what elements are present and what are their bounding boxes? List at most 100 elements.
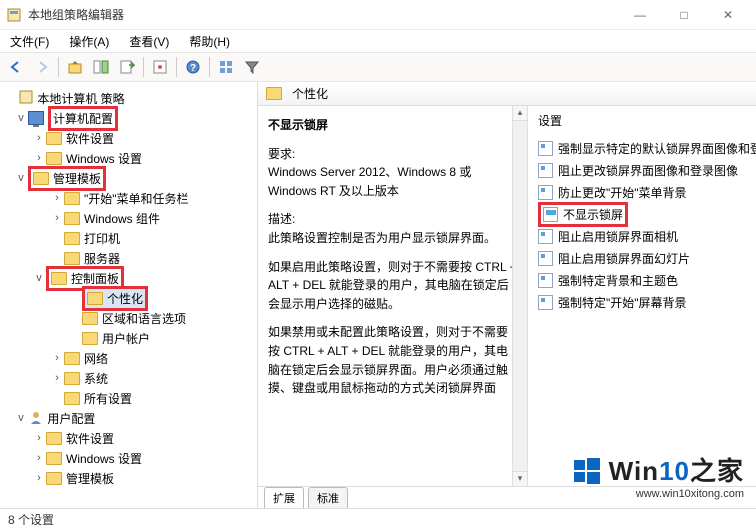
setting-item[interactable]: 阻止启用锁屏界面相机: [538, 225, 750, 247]
tree-label: Windows 组件: [84, 210, 160, 227]
filter-button[interactable]: [240, 55, 264, 79]
tree-label: 个性化: [107, 290, 143, 307]
setting-label: 阻止启用锁屏界面幻灯片: [558, 250, 690, 267]
desc-text: 此策略设置控制是否为用户显示锁屏界面。: [268, 231, 496, 245]
policy-icon: [543, 207, 558, 222]
detail-description: 不显示锁屏 要求:Windows Server 2012、Windows 8 或…: [258, 106, 528, 486]
scroll-up-button[interactable]: ▴: [513, 106, 527, 121]
scrollbar[interactable]: ▴▾: [512, 106, 527, 486]
policy-icon: [538, 251, 553, 266]
setting-label: 防止更改"开始"菜单背景: [558, 184, 687, 201]
settings-column-header[interactable]: 设置: [538, 112, 750, 129]
tree-u-win[interactable]: ›Windows 设置: [4, 448, 253, 468]
tree-admin-templates[interactable]: v管理模板: [4, 168, 253, 188]
tree-label: 管理模板: [66, 470, 114, 487]
scroll-down-button[interactable]: ▾: [513, 471, 527, 486]
tree-network[interactable]: ›网络: [4, 348, 253, 368]
policy-icon: [538, 295, 553, 310]
tree-all-settings[interactable]: ›所有设置: [4, 388, 253, 408]
setting-item[interactable]: 防止更改"开始"菜单背景: [538, 181, 750, 203]
tab-extended[interactable]: 扩展: [264, 487, 304, 508]
back-button[interactable]: [4, 55, 28, 79]
toolbar: ?: [0, 52, 756, 82]
folder-icon: [82, 332, 98, 345]
setting-item[interactable]: 阻止启用锁屏界面幻灯片: [538, 247, 750, 269]
close-button[interactable]: ✕: [706, 1, 750, 29]
export-button[interactable]: [115, 55, 139, 79]
folder-icon: [64, 212, 80, 225]
folder-icon: [64, 252, 80, 265]
window-title: 本地组策略编辑器: [28, 6, 618, 23]
maximize-button[interactable]: □: [662, 1, 706, 29]
status-text: 8 个设置: [8, 511, 54, 528]
setting-label: 强制特定背景和主题色: [558, 272, 678, 289]
folder-icon: [46, 132, 62, 145]
tab-standard[interactable]: 标准: [308, 487, 348, 508]
tree-system[interactable]: ›系统: [4, 368, 253, 388]
menu-file[interactable]: 文件(F): [4, 31, 55, 52]
status-bar: 8 个设置: [0, 508, 756, 530]
tree-label: 软件设置: [66, 430, 114, 447]
menu-view[interactable]: 查看(V): [123, 31, 175, 52]
show-hide-tree-button[interactable]: [89, 55, 113, 79]
tree-printers[interactable]: ›打印机: [4, 228, 253, 248]
tree-start-taskbar[interactable]: ›"开始"菜单和任务栏: [4, 188, 253, 208]
setting-item[interactable]: 强制特定背景和主题色: [538, 269, 750, 291]
help-button[interactable]: ?: [181, 55, 205, 79]
tree-label: 系统: [84, 370, 108, 387]
tree-pane: ▸ 本地计算机 策略 v计算机配置 ›软件设置 ›Windows 设置 v管理模…: [0, 82, 258, 508]
folder-icon: [266, 87, 282, 100]
policy-icon: [538, 141, 553, 156]
tree-win-components[interactable]: ›Windows 组件: [4, 208, 253, 228]
tree-user-accounts[interactable]: ›用户帐户: [4, 328, 253, 348]
win-logo-icon: [574, 456, 600, 486]
folder-icon: [46, 152, 62, 165]
tree-label: 打印机: [84, 230, 120, 247]
tree-label: 用户配置: [47, 410, 95, 427]
view-filter-button[interactable]: [214, 55, 238, 79]
desc-label: 描述:: [268, 212, 295, 226]
menu-bar: 文件(F) 操作(A) 查看(V) 帮助(H): [0, 30, 756, 52]
policy-icon: [538, 163, 553, 178]
tree-label: 用户帐户: [102, 330, 150, 347]
policy-root-icon: [18, 89, 34, 108]
setting-label: 阻止启用锁屏界面相机: [558, 228, 678, 245]
forward-button[interactable]: [30, 55, 54, 79]
tree-computer-cfg-label: 计算机配置: [48, 106, 118, 131]
tree-personalization[interactable]: ›个性化: [4, 288, 253, 308]
folder-icon: [64, 372, 80, 385]
menu-help[interactable]: 帮助(H): [183, 31, 236, 52]
tree-root[interactable]: ▸ 本地计算机 策略: [4, 88, 253, 108]
tree-user-cfg[interactable]: v 用户配置: [4, 408, 253, 428]
desc-p2: 如果禁用或未配置此策略设置，则对于不需要按 CTRL + ALT + DEL 就…: [268, 323, 519, 397]
tree-label: "开始"菜单和任务栏: [84, 190, 189, 207]
tree-u-soft[interactable]: ›软件设置: [4, 428, 253, 448]
menu-action[interactable]: 操作(A): [63, 31, 115, 52]
folder-icon: [64, 192, 80, 205]
folder-icon: [64, 392, 80, 405]
tree-label: 软件设置: [66, 130, 114, 147]
tree-label: Windows 设置: [66, 150, 142, 167]
watermark: Win10之家 www.win10xitong.com: [574, 451, 744, 500]
up-button[interactable]: [63, 55, 87, 79]
tree-soft-settings[interactable]: ›软件设置: [4, 128, 253, 148]
user-icon: [28, 410, 44, 427]
folder-icon: [46, 432, 62, 445]
watermark-url: www.win10xitong.com: [574, 488, 744, 500]
setting-item[interactable]: 强制显示特定的默认锁屏界面图像和登录图像: [538, 137, 750, 159]
tree-server[interactable]: ›服务器: [4, 248, 253, 268]
tree-region-lang[interactable]: ›区域和语言选项: [4, 308, 253, 328]
setting-label: 强制特定"开始"屏幕背景: [558, 294, 687, 311]
tree-u-admin[interactable]: ›管理模板: [4, 468, 253, 488]
tree-label: 控制面板: [71, 270, 119, 287]
tree-root-label: 本地计算机 策略: [37, 90, 124, 107]
minimize-button[interactable]: —: [618, 1, 662, 29]
properties-button[interactable]: [148, 55, 172, 79]
setting-item-selected[interactable]: 不显示锁屏: [538, 203, 750, 225]
setting-label: 强制显示特定的默认锁屏界面图像和登录图像: [558, 140, 756, 157]
setting-item[interactable]: 强制特定"开始"屏幕背景: [538, 291, 750, 313]
setting-item[interactable]: 阻止更改锁屏界面图像和登录图像: [538, 159, 750, 181]
tree-computer-cfg[interactable]: v计算机配置: [4, 108, 253, 128]
req-text: Windows Server 2012、Windows 8 或 Windows …: [268, 165, 471, 198]
app-icon: [6, 7, 22, 23]
